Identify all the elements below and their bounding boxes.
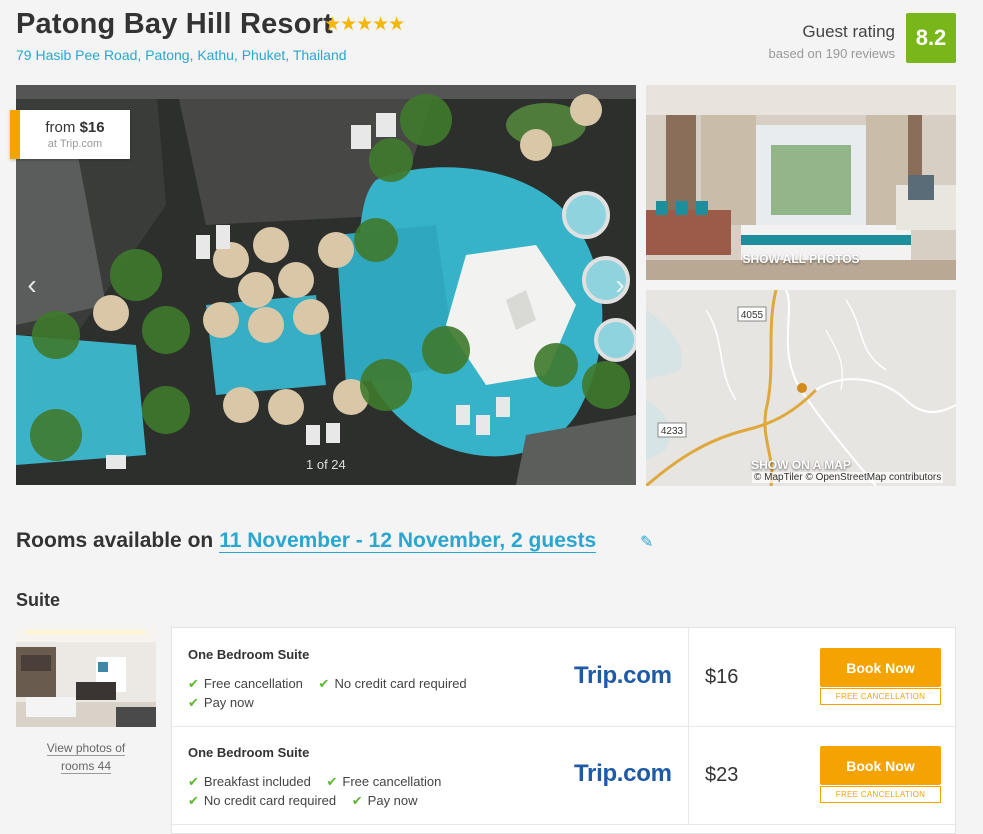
from-source: at Trip.com	[47, 138, 103, 150]
location-pin-icon	[797, 383, 807, 393]
check-icon: ✔	[326, 774, 338, 789]
from-prefix: from	[45, 119, 76, 136]
chevron-left-icon[interactable]: ‹	[20, 270, 44, 300]
view-photos-line1: View photos of	[46, 741, 126, 756]
review-count[interactable]: based on 190 reviews	[769, 46, 895, 61]
offers-table: One Bedroom Suite ✔ Free cancellation ✔ No…	[171, 627, 956, 834]
feature-label: No credit card required	[203, 793, 337, 808]
free-cancellation-tag[interactable]: FREE CANCELLATION	[820, 688, 941, 705]
offer-price: $16	[705, 666, 739, 688]
offer-features: ✔ Pay now	[188, 695, 266, 711]
provider-logo[interactable]: Trip.com	[574, 662, 672, 690]
offer-features: ✔ No credit card required ✔ Pay now	[188, 793, 430, 809]
feature-label: Breakfast included	[203, 774, 311, 789]
rating-score-badge: 8.2	[906, 13, 956, 63]
show-all-photos-button[interactable]: SHOW ALL PHOTOS	[646, 252, 956, 266]
room-type-heading: Suite	[16, 590, 61, 610]
feature-label: Free cancellation	[342, 774, 442, 789]
room-preview-photo[interactable]	[646, 85, 956, 280]
feature-label: Pay now	[203, 695, 254, 710]
map-preview[interactable]: 4055 4233	[646, 290, 956, 486]
chevron-right-icon[interactable]: ›	[608, 270, 632, 300]
feature-item: ✔ Pay now	[352, 793, 418, 809]
feature-item: ✔ Free cancellation	[326, 774, 441, 790]
column-divider	[688, 628, 689, 726]
check-icon: ✔	[188, 695, 199, 710]
map-attribution[interactable]: © MapTiler © OpenStreetMap contributors	[752, 472, 944, 483]
guest-rating-label: Guest rating	[802, 22, 895, 41]
provider-logo[interactable]: Trip.com	[574, 760, 672, 788]
show-on-map-button[interactable]: SHOW ON A MAP	[646, 458, 956, 472]
column-divider	[688, 726, 689, 824]
rooms-available-heading: Rooms available on 11 November - 12 Novem…	[16, 529, 597, 553]
offer-room-name: One Bedroom Suite	[188, 647, 310, 662]
feature-label: No credit card required	[334, 676, 467, 691]
hotel-address-link[interactable]: 79 Hasib Pee Road, Patong, Kathu, Phuket…	[16, 47, 347, 63]
suite-image	[16, 627, 156, 727]
view-photos-line2: rooms 44	[60, 759, 112, 774]
free-cancellation-tag[interactable]: FREE CANCELLATION	[820, 786, 941, 803]
book-now-button[interactable]: Book Now	[820, 648, 941, 687]
photo-counter: 1 of 24	[306, 457, 346, 472]
offer-price: $23	[705, 764, 739, 786]
feature-item: ✔ Pay now	[188, 695, 254, 711]
feature-label: Pay now	[367, 793, 418, 808]
feature-item: ✔ No credit card required	[319, 676, 467, 692]
from-price: $16	[79, 119, 105, 136]
offer-room-name: One Bedroom Suite	[188, 745, 310, 760]
road-label-4055: 4055	[741, 310, 764, 321]
rooms-available-prefix: Rooms available on	[16, 529, 214, 552]
hotel-name: Patong Bay Hill Resort	[16, 8, 334, 40]
feature-item: ✔ No credit card required	[188, 793, 336, 809]
book-now-button[interactable]: Book Now	[820, 746, 941, 785]
check-icon: ✔	[188, 676, 199, 691]
road-label-4233: 4233	[661, 426, 684, 437]
from-price-line: from $16	[20, 119, 130, 136]
offer-features: ✔ Free cancellation ✔ No credit card requi…	[188, 676, 479, 692]
view-room-photos-link[interactable]: View photos of rooms 44	[16, 739, 156, 775]
location-map-image: 4055 4233	[646, 290, 956, 486]
book-now-group[interactable]: Book Now FREE CANCELLATION	[820, 648, 941, 705]
room-interior-image	[646, 85, 956, 280]
check-icon: ✔	[188, 793, 199, 808]
date-guests-selector[interactable]: 11 November - 12 November, 2 guests	[219, 529, 597, 553]
pencil-icon[interactable]: ✎	[640, 532, 653, 552]
offer-features: ✔ Breakfast included ✔ Free cancellation	[188, 774, 453, 790]
offer-row: One Bedroom Suite ✔ Free cancellation ✔ No…	[172, 628, 955, 727]
book-now-group[interactable]: Book Now FREE CANCELLATION	[820, 746, 941, 803]
feature-item: ✔ Breakfast included	[188, 774, 311, 790]
star-rating-icon: ★★★★★	[324, 14, 405, 35]
from-price-badge[interactable]: from $16 at Trip.com	[10, 110, 130, 159]
suite-thumbnail[interactable]	[16, 627, 156, 727]
check-icon: ✔	[188, 774, 199, 789]
feature-label: Free cancellation	[203, 676, 303, 691]
check-icon: ✔	[351, 793, 363, 808]
offer-row: One Bedroom Suite ✔ Breakfast included ✔ F…	[172, 726, 955, 825]
check-icon: ✔	[318, 676, 330, 691]
feature-item: ✔ Free cancellation	[188, 676, 303, 692]
